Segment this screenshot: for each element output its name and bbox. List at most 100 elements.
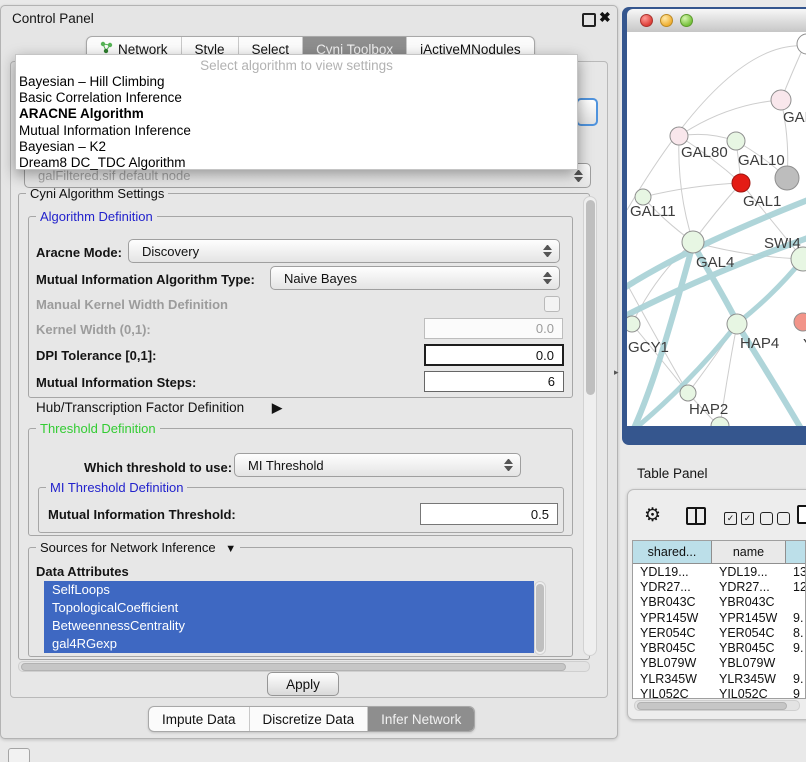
hub-expand-arrow-icon[interactable]: ▶: [272, 400, 282, 416]
node-label: GAL1: [743, 193, 781, 210]
settings-horizontal-scrollbar[interactable]: [18, 661, 590, 672]
table-row[interactable]: YDL19...YDL19...13: [633, 564, 805, 579]
network-node-gal80[interactable]: [670, 127, 688, 145]
aracne-mode-combo[interactable]: Discovery: [128, 239, 560, 263]
network-window-titlebar[interactable]: [627, 9, 806, 33]
table-cell[interactable]: 8.: [786, 626, 806, 640]
table-row[interactable]: YER054CYER054C8.: [633, 625, 805, 640]
table-cell[interactable]: YBL079W: [633, 656, 712, 670]
table-cell[interactable]: YIL052C: [633, 687, 712, 699]
network-node[interactable]: [797, 34, 806, 54]
table-cell[interactable]: YIL052C: [712, 687, 786, 699]
table-row[interactable]: YBR043CYBR043C: [633, 595, 805, 610]
settings-vertical-scrollbar[interactable]: [583, 196, 597, 656]
network-node[interactable]: [711, 417, 729, 426]
table-cell[interactable]: YER054C: [633, 626, 712, 640]
algorithm-option-basic-correlation-inference[interactable]: Basic Correlation Inference: [16, 90, 577, 106]
table-row[interactable]: YBR045CYBR045C9.: [633, 640, 805, 655]
mi-threshold-field[interactable]: 0.5: [420, 503, 558, 525]
table-cell[interactable]: YDR27...: [712, 580, 786, 594]
mi-type-combo[interactable]: Naive Bayes: [270, 266, 560, 290]
deselect-all-columns-icon[interactable]: [760, 512, 790, 525]
algorithm-option-bayesian-hill-climbing[interactable]: Bayesian – Hill Climbing: [16, 74, 577, 90]
gear-icon[interactable]: ⚙: [644, 504, 661, 527]
column-header[interactable]: name: [712, 541, 786, 564]
network-node[interactable]: [775, 166, 799, 190]
table-cell[interactable]: 9: [786, 687, 806, 699]
minimized-panel-icon[interactable]: [8, 748, 30, 762]
scrollbar-thumb[interactable]: [586, 200, 595, 395]
column-header[interactable]: [786, 541, 806, 564]
export-table-icon[interactable]: [797, 505, 806, 524]
table-row[interactable]: YDR27...YDR27...12: [633, 579, 805, 594]
data-attribute-item[interactable]: TopologicalCoefficient: [44, 599, 534, 617]
which-threshold-combo[interactable]: MI Threshold: [234, 453, 521, 477]
close-icon[interactable]: ✖: [599, 9, 611, 26]
network-node-y[interactable]: [794, 313, 806, 331]
table-row[interactable]: YIL052CYIL052C9: [633, 686, 805, 699]
table-row[interactable]: YPR145WYPR145W9.: [633, 610, 805, 625]
table-cell[interactable]: YPR145W: [712, 611, 786, 625]
table-cell[interactable]: 9.: [786, 641, 806, 655]
manual-kernel-checkbox[interactable]: [544, 296, 560, 312]
data-attribute-item[interactable]: gal4RGexp: [44, 635, 534, 653]
table-cell[interactable]: YLR345W: [712, 672, 786, 686]
mi-steps-field[interactable]: 6: [424, 371, 564, 392]
algorithm-combo-button[interactable]: [576, 98, 598, 126]
network-node-gal1[interactable]: [732, 174, 750, 192]
apply-button[interactable]: Apply: [267, 672, 339, 696]
table-cell[interactable]: YBR043C: [712, 595, 786, 609]
attributes-scrollbar[interactable]: [534, 581, 546, 655]
zoom-traffic-light[interactable]: [680, 14, 693, 27]
network-node-gal[interactable]: [771, 90, 791, 110]
table-cell[interactable]: 13: [786, 565, 806, 579]
checked-box-icon: ✓: [741, 512, 754, 525]
algorithm-option-bayesian-k2[interactable]: Bayesian – K2: [16, 139, 577, 155]
scrollbar-thumb[interactable]: [536, 584, 544, 652]
table-row[interactable]: YBL079WYBL079W: [633, 656, 805, 671]
table-cell[interactable]: 9.: [786, 611, 806, 625]
algorithm-option-dream8-dc-tdc-algorithm[interactable]: Dream8 DC_TDC Algorithm: [16, 155, 577, 171]
algorithm-option-mutual-information-inference[interactable]: Mutual Information Inference: [16, 123, 577, 139]
table-horizontal-scrollbar[interactable]: [634, 700, 800, 711]
tab-infer-network[interactable]: Infer Network: [367, 707, 474, 731]
tab-impute-data[interactable]: Impute Data: [149, 707, 249, 731]
splitter-handle[interactable]: ▸: [614, 367, 619, 378]
data-attribute-item[interactable]: SelfLoops: [44, 581, 534, 599]
table-cell[interactable]: YPR145W: [633, 611, 712, 625]
table-cell[interactable]: YDL19...: [712, 565, 786, 579]
float-window-icon[interactable]: [582, 13, 596, 27]
data-attribute-item[interactable]: BetweennessCentrality: [44, 617, 534, 635]
select-all-columns-icon[interactable]: ✓ ✓: [724, 512, 754, 525]
algorithm-option-aracne-algorithm[interactable]: ARACNE Algorithm: [16, 106, 577, 122]
dpi-tolerance-field[interactable]: 0.0: [424, 344, 564, 366]
network-canvas[interactable]: GALGAL80GAL10GAL1GAL11SWI4GAL4GCY1HAP4YH…: [627, 32, 806, 426]
table-cell[interactable]: YBR045C: [633, 641, 712, 655]
network-node-gal4[interactable]: [682, 231, 704, 253]
scrollbar-thumb[interactable]: [21, 663, 566, 671]
table-cell[interactable]: YDL19...: [633, 565, 712, 579]
table-row[interactable]: YLR345WYLR345W9.: [633, 671, 805, 686]
table-cell[interactable]: 12: [786, 580, 806, 594]
scrollbar-thumb[interactable]: [637, 702, 787, 710]
tab-discretize-data[interactable]: Discretize Data: [249, 707, 368, 731]
table-cell[interactable]: YER054C: [712, 626, 786, 640]
network-node-hap4[interactable]: [727, 314, 747, 334]
close-traffic-light[interactable]: [640, 14, 653, 27]
sources-collapse-arrow-icon[interactable]: ▼: [225, 543, 236, 555]
kernel-width-label: Kernel Width (0,1):: [36, 322, 151, 337]
network-node-gcy1[interactable]: [627, 316, 640, 332]
minimize-traffic-light[interactable]: [660, 14, 673, 27]
table-cell[interactable]: 9.: [786, 672, 806, 686]
table-cell[interactable]: YBR043C: [633, 595, 712, 609]
network-node-hap2[interactable]: [680, 385, 696, 401]
apply-button-label: Apply: [286, 677, 320, 692]
network-node-gal10[interactable]: [727, 132, 745, 150]
table-cell[interactable]: YLR345W: [633, 672, 712, 686]
table-cell[interactable]: YDR27...: [633, 580, 712, 594]
kernel-width-field[interactable]: 0.0: [424, 318, 563, 339]
columns-icon[interactable]: [686, 507, 706, 525]
table-cell[interactable]: YBR045C: [712, 641, 786, 655]
table-cell[interactable]: YBL079W: [712, 656, 786, 670]
column-header[interactable]: shared...: [633, 541, 712, 564]
